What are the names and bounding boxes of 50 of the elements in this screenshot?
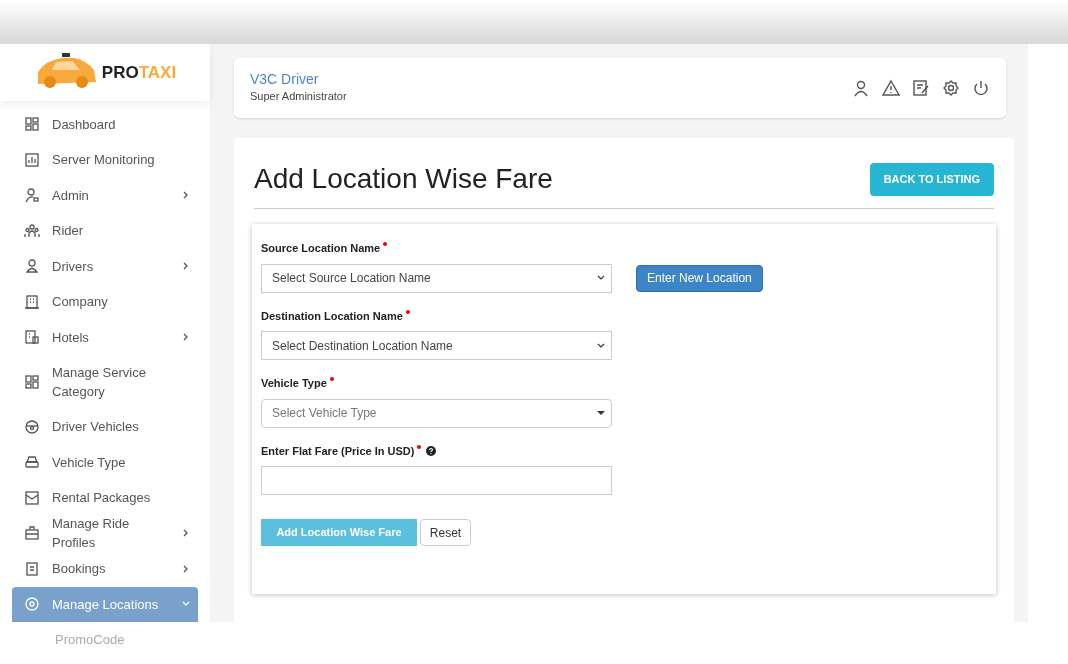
settings-icon[interactable]	[942, 79, 960, 97]
sidebar-item[interactable]: Dashboard	[12, 106, 198, 142]
sidebar-item[interactable]: Driver Vehicles	[12, 409, 198, 445]
document-icon	[24, 560, 40, 577]
select-field[interactable]: Select Destination Location Name	[261, 331, 612, 360]
sidebar-item[interactable]: Manage Service Category	[12, 355, 198, 409]
people-icon	[24, 222, 40, 239]
sidebar-item[interactable]: Company	[12, 284, 198, 320]
briefcase-icon	[24, 525, 40, 542]
logo-text: PROTAXI	[101, 61, 177, 84]
sidebar-item[interactable]: Vehicle Type	[12, 444, 198, 480]
dropdown-field[interactable]: Select Vehicle Type	[261, 398, 612, 428]
warning-icon[interactable]	[882, 79, 900, 97]
help-icon[interactable]	[426, 445, 437, 456]
input-field[interactable]	[261, 466, 612, 495]
chart-icon	[24, 151, 40, 168]
car-icon	[24, 454, 40, 471]
sidebar-item[interactable]: Admin	[12, 177, 198, 213]
edit-icon[interactable]	[912, 79, 930, 97]
field-label: Source Location Name	[261, 241, 381, 256]
location-icon	[24, 596, 40, 613]
field-label: Enter Flat Fare (Price In USD)	[261, 443, 415, 459]
sidebar-item[interactable]: Rider	[12, 213, 198, 249]
grid-icon	[24, 116, 40, 133]
box-icon	[24, 489, 40, 506]
sidebar-item[interactable]: Server Monitoring	[12, 142, 198, 178]
reset-button[interactable]: Reset	[420, 519, 471, 546]
user-role: Super Administrator	[250, 89, 347, 105]
field-label: Destination Location Name	[261, 308, 403, 324]
building-icon	[24, 329, 40, 346]
chevron-down-icon	[597, 275, 605, 281]
user-lock-icon	[24, 187, 40, 204]
building-icon	[24, 293, 40, 310]
sidebar-item[interactable]: Bookings	[12, 551, 198, 587]
person-icon	[24, 258, 40, 275]
field-label: Vehicle Type	[261, 376, 327, 391]
user-name: V3C Driver	[250, 71, 320, 89]
enter-new-location-button[interactable]: Enter New Location	[636, 264, 763, 292]
sidebar-item[interactable]: Rental Packages	[12, 480, 198, 516]
grid-icon	[24, 374, 40, 390]
caret-icon	[597, 410, 605, 416]
chevron-down-icon	[597, 342, 605, 349]
select-field[interactable]: Select Source Location Name	[261, 263, 612, 293]
sidebar-item[interactable]: Hotels	[12, 319, 198, 355]
sidebar-item[interactable]: Manage Ride Profiles	[12, 515, 198, 551]
steering-wheel-icon	[24, 418, 40, 435]
sidebar-item[interactable]: Drivers	[12, 248, 198, 284]
page-title: Add Location Wise Fare	[254, 162, 553, 196]
user-icon[interactable]	[852, 79, 870, 97]
power-icon[interactable]	[972, 79, 990, 97]
